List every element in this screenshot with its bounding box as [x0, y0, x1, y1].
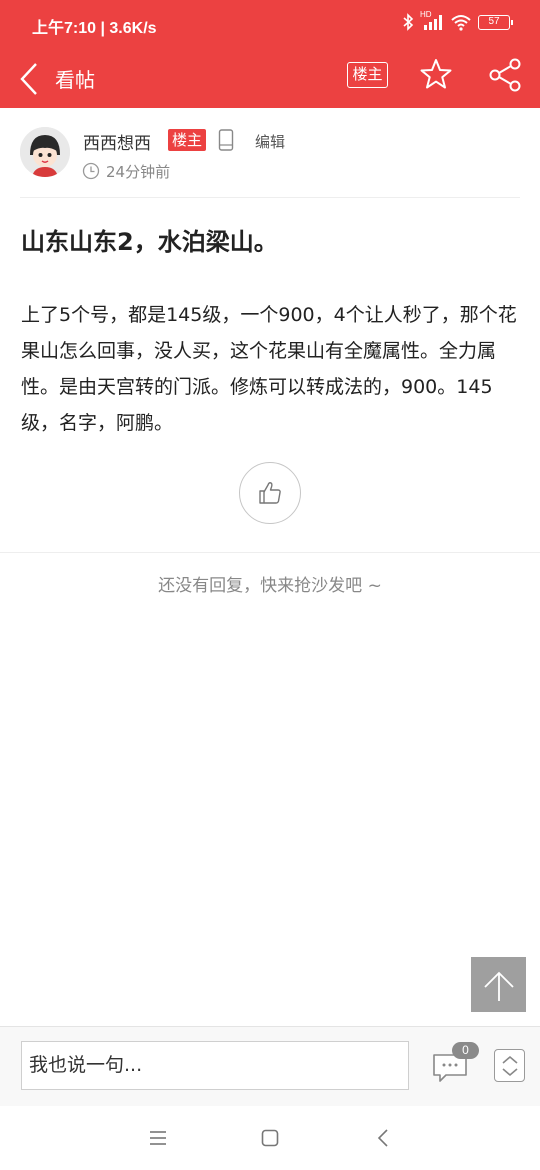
comment-bar: 我也说一句... 0 [0, 1026, 540, 1106]
post-body: 上了5个号，都是145级，一个900，4个让人秒了，那个花果山怎么回事，没人买，… [21, 304, 517, 434]
comment-input[interactable]: 我也说一句... [21, 1041, 409, 1090]
wifi-icon [450, 13, 472, 31]
page-scroll-button[interactable] [494, 1049, 525, 1082]
thumbs-up-icon [259, 482, 281, 504]
bluetooth-icon [402, 13, 414, 31]
author-row: 西西想西 楼主 编辑 24分钟前 [20, 127, 520, 197]
phone-icon [218, 129, 234, 155]
arrow-up-icon [483, 971, 514, 1001]
author-name[interactable]: 西西想西 [83, 129, 151, 154]
edit-link[interactable]: 编辑 [255, 131, 285, 152]
status-time-speed: 上午7:10 | 3.6K/s [32, 20, 157, 37]
signal-icon: HD [420, 10, 444, 31]
back-to-top-button[interactable] [471, 957, 526, 1012]
comment-count-badge: 0 [452, 1042, 479, 1059]
battery-icon: 57 [478, 14, 513, 30]
status-bar: 上午7:10 | 3.6K/s HD 57 [0, 0, 540, 50]
star-icon [420, 59, 452, 89]
avatar[interactable] [20, 127, 70, 177]
owner-badge: 楼主 [168, 129, 207, 151]
share-button[interactable] [488, 58, 522, 96]
back-button[interactable] [14, 58, 44, 100]
owner-only-button[interactable]: 楼主 [347, 62, 388, 88]
up-down-chevrons-icon [501, 1055, 518, 1076]
divider [20, 197, 520, 198]
share-icon [489, 58, 521, 92]
system-back-icon[interactable] [375, 1128, 391, 1152]
favorite-button[interactable] [420, 58, 452, 94]
home-icon[interactable] [260, 1128, 280, 1152]
post-time: 24分钟前 [106, 163, 171, 181]
no-reply-text: 还没有回复，快来抢沙发吧 ~ [158, 576, 382, 596]
post-title: 山东山东2，水泊梁山。 [21, 228, 278, 256]
hd-label: HD [420, 10, 432, 19]
nav-bar: 看帖 楼主 [0, 50, 540, 108]
like-button[interactable] [239, 462, 301, 524]
page-title: 看帖 [55, 68, 95, 92]
clock-icon [82, 162, 100, 184]
menu-icon[interactable] [148, 1128, 168, 1152]
system-nav-bar [0, 1106, 540, 1170]
chevron-left-icon [20, 63, 37, 95]
status-icons: HD 57 [402, 10, 513, 31]
divider [0, 552, 540, 553]
